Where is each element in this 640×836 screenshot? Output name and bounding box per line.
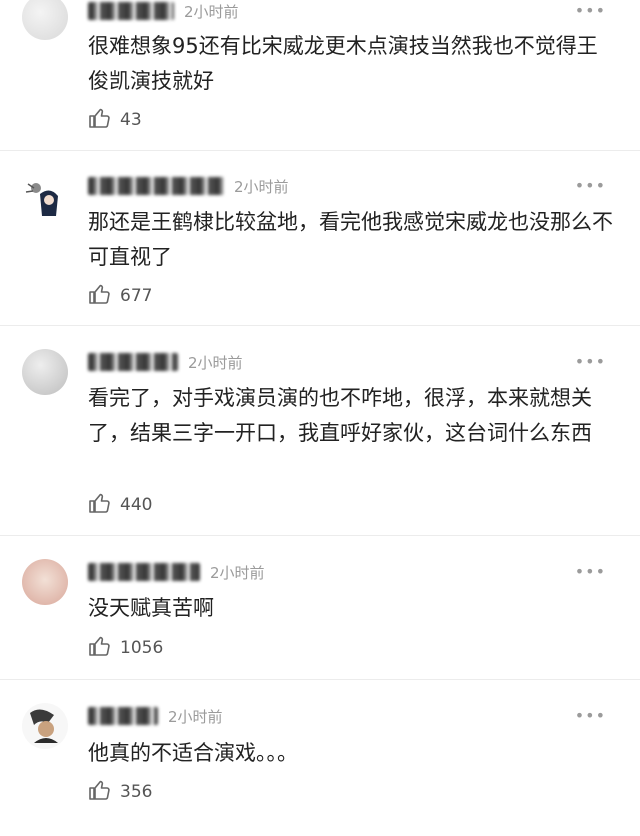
- like-count: 1056: [120, 638, 164, 658]
- like-button[interactable]: 677: [88, 284, 152, 308]
- comment-time: 2小时前: [210, 563, 265, 582]
- username-row: 2小时前: [88, 561, 265, 583]
- comment-time: 2小时前: [234, 177, 289, 196]
- thumbs-up-icon: [88, 282, 112, 310]
- username-row: 2小时前: [88, 705, 223, 727]
- like-count: 43: [120, 110, 142, 130]
- username-blurred[interactable]: [88, 707, 158, 725]
- more-dots-icon[interactable]: •••: [575, 1, 606, 20]
- comment-text: 看完了，对手戏演员演的也不咋地，很浮，本来就想关了，结果三字一开口，我直呼好家伙…: [88, 386, 592, 445]
- comment-time: 2小时前: [184, 2, 239, 21]
- comment-item: 2小时前 ••• 看完了，对手戏演员演的也不咋地，很浮，本来就想关了，结果三字一…: [0, 325, 640, 536]
- thumbs-up-icon: [88, 634, 112, 662]
- username-row: 2小时前: [88, 351, 243, 373]
- more-dots-icon[interactable]: •••: [575, 562, 606, 581]
- comment-time: 2小时前: [188, 353, 243, 372]
- comment-text: 没天赋真苦啊: [88, 596, 214, 620]
- more-dots-icon[interactable]: •••: [575, 706, 606, 725]
- username-blurred[interactable]: [88, 177, 224, 195]
- like-button[interactable]: 43: [88, 108, 142, 132]
- username-blurred[interactable]: [88, 563, 200, 581]
- avatar[interactable]: [22, 559, 68, 605]
- like-count: 440: [120, 495, 153, 515]
- comment-item: 2小时前 ••• 他真的不适合演戏。。。 356: [0, 679, 640, 836]
- like-button[interactable]: 440: [88, 493, 152, 517]
- comment-item: 2小时前 ••• 很难想象95还有比宋威龙更木点演技当然我也不觉得王俊凯演技就好…: [0, 0, 640, 151]
- avatar-figure-icon: [30, 709, 58, 743]
- more-dots-icon[interactable]: •••: [575, 352, 606, 371]
- username-row: 2小时前: [88, 0, 239, 22]
- avatar[interactable]: [22, 0, 68, 40]
- more-dots-icon[interactable]: •••: [575, 176, 606, 195]
- username-row: 2小时前: [88, 175, 289, 197]
- like-count: 677: [120, 286, 153, 306]
- thumbs-up-icon: [88, 106, 112, 134]
- avatar[interactable]: [22, 703, 68, 749]
- like-button[interactable]: 356: [88, 780, 152, 804]
- thumbs-up-icon: [88, 778, 112, 806]
- username-blurred[interactable]: [88, 353, 178, 371]
- like-count: 356: [120, 782, 153, 802]
- avatar-figure-icon: [25, 183, 58, 216]
- avatar[interactable]: [22, 349, 68, 395]
- comment-text: 很难想象95还有比宋威龙更木点演技当然我也不觉得王俊凯演技就好: [88, 34, 598, 93]
- username-blurred[interactable]: [88, 2, 174, 20]
- comment-text: 那还是王鹤棣比较盆地，看完他我感觉宋威龙也没那么不可直视了: [88, 210, 613, 269]
- comment-text: 他真的不适合演戏。。。: [88, 741, 298, 765]
- comment-time: 2小时前: [168, 707, 223, 726]
- comment-item: 2小时前 ••• 没天赋真苦啊 1056: [0, 535, 640, 680]
- like-button[interactable]: 1056: [88, 636, 163, 660]
- thumbs-up-icon: [88, 491, 112, 519]
- comment-item: 2小时前 ••• 那还是王鹤棣比较盆地，看完他我感觉宋威龙也没那么不可直视了 6…: [0, 150, 640, 326]
- avatar[interactable]: [22, 174, 68, 220]
